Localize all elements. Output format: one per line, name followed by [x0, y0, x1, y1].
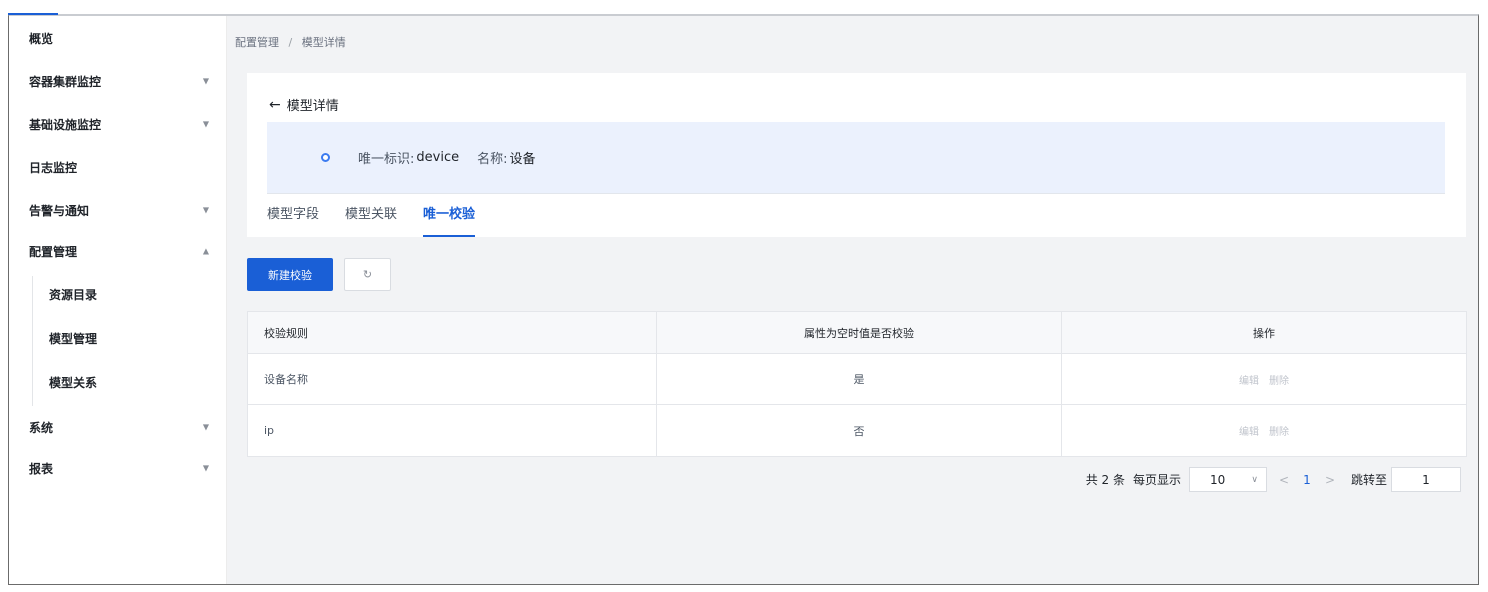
column-header-actions: 操作: [1253, 326, 1275, 340]
sidebar-item-label: 模型管理: [49, 331, 98, 346]
chevron-down-icon: ▼: [202, 119, 209, 129]
edit-link[interactable]: 编辑: [1239, 372, 1259, 387]
sidebar-item-system[interactable]: 系统 ▼: [9, 407, 227, 447]
table-header: 校验规则 属性为空时值是否校验 操作: [248, 312, 1466, 354]
chevron-down-icon: ▼: [202, 205, 209, 215]
validation-table: 校验规则 属性为空时值是否校验 操作 设备名称 是 编辑 删除 ip 否 编辑 …: [247, 311, 1467, 457]
chevron-down-icon: ▼: [202, 76, 209, 86]
sidebar-item-infrastructure[interactable]: 基础设施监控 ▼: [9, 104, 227, 144]
pagination: 共 2 条 每页显示 10 ∨ < 1 > 跳转至: [1086, 467, 1461, 492]
refresh-button[interactable]: ↻: [344, 258, 391, 291]
sidebar-item-label: 配置管理: [29, 244, 78, 259]
sidebar-item-reports[interactable]: 报表 ▼: [9, 448, 227, 488]
chevron-down-icon: ▼: [202, 422, 209, 432]
column-header-check-on-empty: 属性为空时值是否校验: [657, 312, 1062, 353]
chevron-down-icon: ∨: [1251, 474, 1258, 485]
delete-link[interactable]: 删除: [1269, 423, 1289, 438]
sidebar-subitem-model-relations[interactable]: 模型关系: [49, 362, 97, 402]
page-title: 模型详情: [286, 99, 339, 114]
top-accent-bar: [8, 13, 58, 15]
column-header-rule: 校验规则: [248, 312, 657, 353]
sidebar-item-logs[interactable]: 日志监控: [9, 147, 227, 187]
sidebar-item-label: 模型关系: [49, 375, 98, 390]
main-content: 配置管理 / 模型详情 ← 模型详情 唯一标识: device 名称: 设备 模…: [227, 16, 1478, 584]
sidebar-item-label: 告警与通知: [29, 203, 90, 218]
tab-model-associations[interactable]: 模型关联: [345, 200, 397, 237]
page-size-select[interactable]: 10 ∨: [1188, 467, 1267, 492]
jump-to-page-input[interactable]: [1391, 467, 1461, 492]
sidebar-item-label: 日志监控: [29, 160, 78, 175]
model-info-banner: 唯一标识: device 名称: 设备: [267, 122, 1445, 194]
name-label: 名称:: [477, 152, 508, 167]
sidebar-item-alerts[interactable]: 告警与通知 ▼: [9, 190, 227, 230]
actions-cell: 编辑 删除: [1062, 405, 1466, 456]
rule-cell: 设备名称: [248, 354, 657, 404]
sidebar-item-label: 概览: [29, 31, 54, 46]
arrow-left-icon: ←: [269, 96, 281, 113]
total-count: 共 2 条: [1085, 473, 1125, 487]
model-detail-card: ← 模型详情 唯一标识: device 名称: 设备 模型字段 模型关联 唯一校…: [247, 73, 1466, 237]
app-window: 概览 容器集群监控 ▼ 基础设施监控 ▼ 日志监控 告警与通知 ▼ 配置管理 ▲…: [8, 14, 1479, 585]
sidebar-item-overview[interactable]: 概览: [9, 18, 227, 58]
breadcrumb-separator: /: [288, 36, 293, 49]
sidebar-item-config[interactable]: 配置管理 ▲: [9, 231, 227, 271]
id-label: 唯一标识:: [358, 152, 415, 167]
rule-cell: ip: [248, 405, 657, 456]
page-size-value: 10: [1209, 472, 1226, 487]
table-row: 设备名称 是 编辑 删除: [248, 354, 1466, 405]
back-button[interactable]: ← 模型详情: [269, 95, 339, 115]
sidebar-item-label: 容器集群监控: [29, 74, 102, 89]
check-on-empty-cell: 是: [657, 354, 1062, 404]
chevron-up-icon: ▲: [202, 246, 209, 256]
sidebar-item-label: 报表: [29, 461, 54, 476]
detail-tabs: 模型字段 模型关联 唯一校验: [267, 200, 501, 237]
per-page-label: 每页显示: [1132, 473, 1181, 487]
sidebar-item-label: 系统: [29, 420, 54, 435]
edit-link[interactable]: 编辑: [1239, 423, 1259, 438]
current-page-number[interactable]: 1: [1295, 473, 1319, 487]
delete-link[interactable]: 删除: [1269, 372, 1289, 387]
breadcrumb-current: 模型详情: [301, 36, 346, 49]
sidebar-subitem-model-management[interactable]: 模型管理: [49, 318, 97, 358]
ring-icon: [321, 153, 330, 162]
sidebar: 概览 容器集群监控 ▼ 基础设施监控 ▼ 日志监控 告警与通知 ▼ 配置管理 ▲…: [9, 16, 227, 584]
check-on-empty-cell: 否: [657, 405, 1062, 456]
submenu-guide-line: [32, 276, 33, 406]
breadcrumb: 配置管理 / 模型详情: [235, 34, 346, 50]
refresh-icon: ↻: [362, 269, 373, 281]
prev-page-button[interactable]: <: [1273, 473, 1295, 487]
id-value: device: [416, 150, 460, 165]
breadcrumb-parent-link[interactable]: 配置管理: [235, 36, 279, 49]
sidebar-subitem-resource-catalog[interactable]: 资源目录: [49, 274, 97, 314]
actions-cell: 编辑 删除: [1062, 354, 1466, 404]
tab-model-fields[interactable]: 模型字段: [267, 200, 319, 237]
next-page-button[interactable]: >: [1319, 473, 1341, 487]
tab-unique-validation[interactable]: 唯一校验: [423, 200, 476, 237]
sidebar-item-label: 基础设施监控: [29, 117, 102, 132]
table-row: ip 否 编辑 删除: [248, 405, 1466, 456]
sidebar-item-label: 资源目录: [49, 287, 98, 302]
chevron-down-icon: ▼: [202, 463, 209, 473]
name-value: 设备: [509, 152, 536, 167]
sidebar-item-container-cluster[interactable]: 容器集群监控 ▼: [9, 61, 227, 101]
new-validation-button[interactable]: 新建校验: [247, 258, 333, 291]
jump-to-label: 跳转至: [1350, 473, 1387, 487]
